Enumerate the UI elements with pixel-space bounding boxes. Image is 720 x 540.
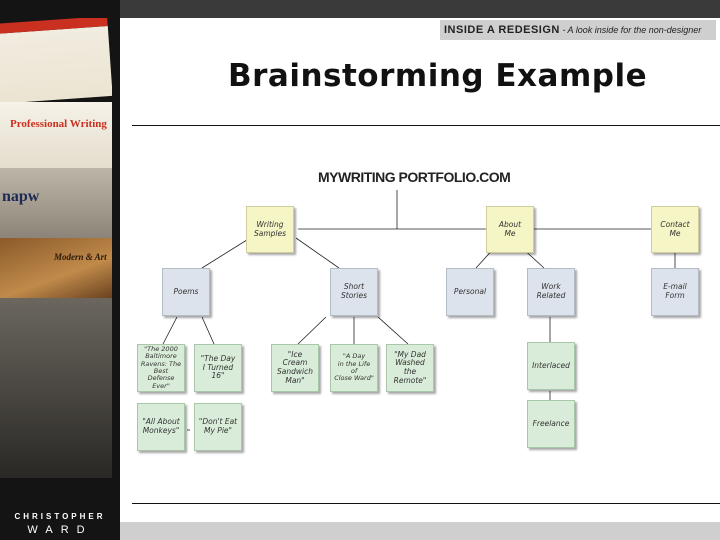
node-personal: Personal: [446, 268, 494, 316]
node-story-dad-remote-label: "My Dad Washed the Remote": [393, 349, 427, 385]
footer-divider: [132, 503, 720, 504]
node-story-ice-cream: "Ice Cream Sandwich Man": [271, 344, 319, 392]
node-email-form-label: E-mail Form: [663, 282, 687, 300]
node-story-ice-cream-label: "Ice Cream Sandwich Man": [277, 349, 313, 385]
node-poem-dont-eat-pie-label: "Don't Eat My Pie": [198, 417, 238, 435]
node-writing-samples-label: Writing Samples: [253, 219, 287, 238]
node-personal-label: Personal: [453, 286, 487, 296]
connector-stories-story3: [377, 316, 409, 345]
node-short-stories-label: Short Stories: [341, 282, 367, 300]
node-poem-monkeys: "All About Monkeys": [137, 403, 185, 451]
node-freelance: Freelance: [527, 400, 575, 448]
node-work-related-label: Work Related: [536, 282, 566, 300]
node-about-me-label: About Me: [498, 219, 522, 238]
node-poems-label: Poems: [173, 286, 199, 296]
node-poem-day-turned-16-label: "The Day I Turned 16": [200, 354, 236, 381]
node-interlaced: Interlaced: [527, 342, 575, 390]
node-poem-monkeys-label: "All About Monkeys": [142, 417, 180, 435]
connector-writing-poems: [201, 237, 251, 269]
node-story-day-in-life-label: "A Day in the Life of Close Ward": [334, 352, 374, 383]
node-poem-day-turned-16: "The Day I Turned 16": [194, 344, 242, 392]
node-freelance-label: Freelance: [532, 418, 570, 428]
node-contact-me: Contact Me: [651, 206, 699, 253]
node-story-day-in-life: "A Day in the Life of Close Ward": [330, 344, 378, 392]
node-poem-dont-eat-pie: "Don't Eat My Pie": [194, 403, 242, 451]
node-work-related: Work Related: [527, 268, 575, 316]
node-short-stories: Short Stories: [330, 268, 378, 316]
node-poems: Poems: [162, 268, 210, 316]
node-poem-ravens-label: "The 2000 Baltimore Ravens: The Best Def…: [140, 344, 182, 390]
connector-stories-story1: [297, 316, 327, 345]
diagram-root-title: MYWRITING PORTFOLIO.COM: [318, 169, 511, 185]
node-contact-me-label: Contact Me: [660, 219, 690, 238]
connector-writing-stories: [295, 237, 340, 269]
site-map-diagram: MYWRITING PORTFOLIO.COM Writing Samples …: [0, 0, 720, 540]
connector-poems-poem2: [201, 316, 215, 345]
node-story-dad-remote: "My Dad Washed the Remote": [386, 344, 434, 392]
node-interlaced-label: Interlaced: [532, 360, 570, 370]
node-poem-ravens: "The 2000 Baltimore Ravens: The Best Def…: [137, 344, 185, 392]
connector-poems-poem1: [162, 316, 178, 345]
node-about-me: About Me: [486, 206, 534, 253]
node-writing-samples: Writing Samples: [246, 206, 294, 253]
node-email-form: E-mail Form: [651, 268, 699, 316]
bottom-gray-band: [120, 522, 720, 540]
